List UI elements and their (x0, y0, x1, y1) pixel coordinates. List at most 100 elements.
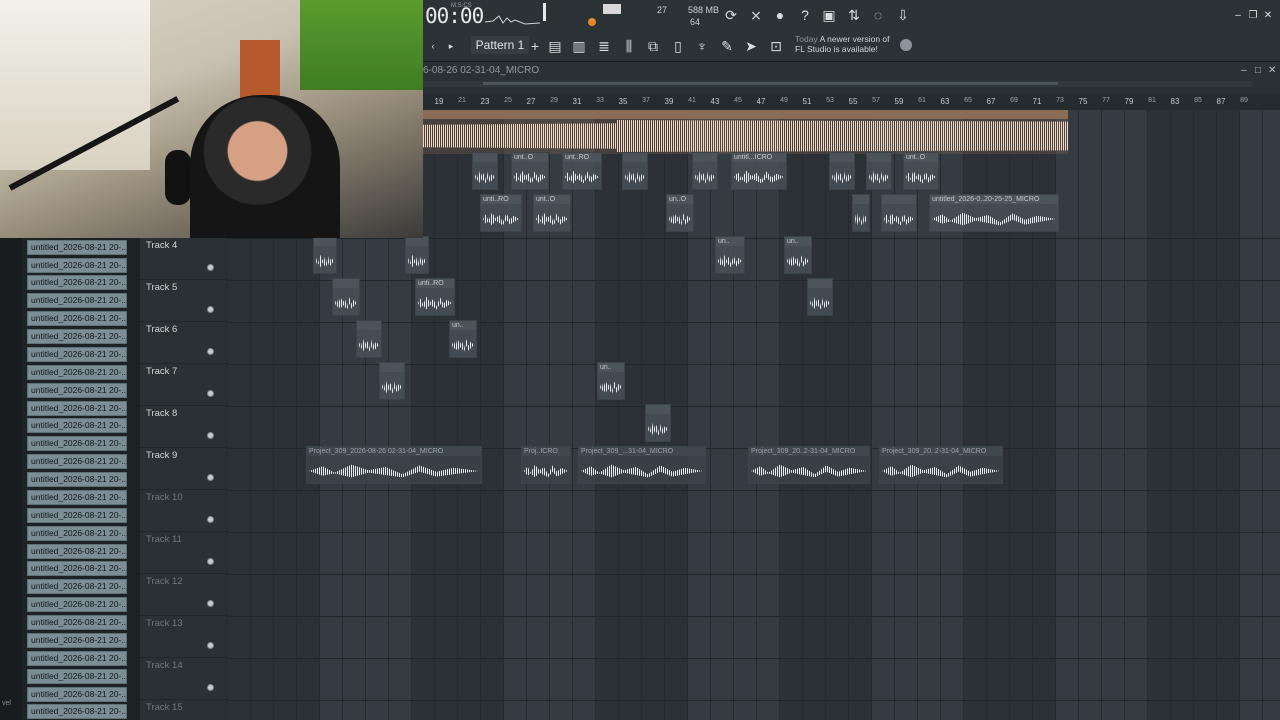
browser-item[interactable]: untitled_2026-08-21 20-... (27, 401, 127, 416)
browser-item[interactable]: untitled_2026-08-21 20-... (27, 544, 127, 559)
cart-icon[interactable]: ⊡ (768, 38, 784, 54)
browser-item[interactable]: untitled_2026-08-21 20-... (27, 383, 127, 398)
minimize-icon[interactable]: – (1241, 65, 1247, 76)
track-header[interactable]: Track 10 (140, 490, 227, 532)
audio-clip[interactable] (405, 236, 429, 274)
track-header[interactable]: Track 4 (140, 238, 227, 280)
arrow-icon[interactable]: ➤ (743, 38, 759, 54)
browser-item[interactable]: untitled_2026-08-21 20-... (27, 508, 127, 523)
audio-clip[interactable]: un.. (597, 362, 625, 400)
audio-clip[interactable] (829, 152, 855, 190)
browser-item[interactable]: untitled_2026-08-21 20-... (27, 561, 127, 576)
globe-icon[interactable] (900, 39, 912, 51)
browser-item[interactable]: untitled_2026-08-21 20-... (27, 526, 127, 541)
tools-icon[interactable]: ✎ (719, 38, 735, 54)
audio-clip[interactable] (356, 320, 382, 358)
piano-roll-icon[interactable]: ▥ (571, 38, 587, 54)
close-icon[interactable]: ✕ (1268, 65, 1276, 76)
audio-clip[interactable] (881, 194, 917, 232)
browser-item[interactable]: untitled_2026-08-21 20-... (27, 687, 127, 702)
track-header[interactable]: Track 6 (140, 322, 227, 364)
pattern-selector[interactable]: Pattern 1 (471, 36, 529, 54)
browser-item[interactable]: untitled_2026-08-21 20-... (27, 597, 127, 612)
browser-item[interactable]: untitled_2026-08-21 20-... (27, 490, 127, 505)
project-clip[interactable]: Project_309_20..2-31-04_MICRO (879, 446, 1003, 484)
track-header[interactable]: Track 13 (140, 616, 227, 658)
save-icon[interactable]: ▣ (821, 7, 837, 23)
news-panel[interactable]: Today A newer version of FL Studio is av… (795, 34, 900, 54)
audio-clip[interactable]: un.. (715, 236, 745, 274)
audio-clip[interactable]: untitl...ICRO (731, 152, 787, 190)
audio-clip[interactable] (645, 404, 671, 442)
track-header[interactable]: Track 8 (140, 406, 227, 448)
audio-clip[interactable] (332, 278, 360, 316)
browser-item[interactable]: untitled_2026-08-21 20-... (27, 472, 127, 487)
browser-item[interactable]: untitled_2026-08-21 20-... (27, 418, 127, 433)
maximize-icon[interactable]: □ (1255, 65, 1261, 76)
horizontal-scrollbar[interactable] (423, 81, 1253, 87)
channel-rack-icon[interactable]: ⧉ (645, 38, 661, 54)
audio-clip[interactable]: un.. (449, 320, 477, 358)
browser-item[interactable]: untitled_2026-08-21 20-... (27, 329, 127, 344)
audio-clip[interactable] (852, 194, 870, 232)
mic-icon[interactable]: ● (772, 7, 788, 23)
mute-led[interactable] (207, 558, 214, 565)
browser-item[interactable]: untitled_2026-08-21 20-... (27, 436, 127, 451)
tempo-value[interactable]: 27 (657, 5, 667, 15)
track-header[interactable]: Track 7 (140, 364, 227, 406)
help-icon[interactable]: ? (797, 7, 813, 23)
track-header[interactable]: Track 11 (140, 532, 227, 574)
project-clip[interactable]: Proj..ICRO (521, 446, 571, 484)
audio-clip[interactable] (692, 152, 718, 190)
master-volume[interactable] (603, 4, 621, 14)
mute-led[interactable] (207, 348, 214, 355)
audio-clip[interactable] (313, 236, 337, 274)
chat-icon[interactable]: ◌ (870, 7, 886, 23)
audio-clip[interactable]: unt..RO (562, 152, 602, 190)
metronome-icon[interactable]: ⨯ (748, 7, 764, 23)
track-header[interactable]: Track 5 (140, 280, 227, 322)
track-header[interactable]: Track 15 (140, 700, 227, 720)
track-header[interactable]: Track 12 (140, 574, 227, 616)
audio-clip[interactable]: unt..O (511, 152, 549, 190)
browser-item[interactable]: untitled_2026-08-21 20-... (27, 365, 127, 380)
audio-clip[interactable]: unt..O (533, 194, 571, 232)
minimize-icon[interactable]: – (1231, 10, 1245, 21)
mute-led[interactable] (207, 516, 214, 523)
browser-item[interactable]: untitled_2026-08-21 20-... (27, 704, 127, 719)
browser-item[interactable]: untitled_2026-08-21 20-... (27, 311, 127, 326)
audio-clip[interactable] (622, 152, 648, 190)
audio-clip[interactable]: unt..O (903, 152, 939, 190)
timeline-ruler[interactable]: 19 21 23 25 27 29 31 33 35 37 39 41 43 45 47 49 51 53 55 57… (423, 94, 1280, 110)
close-icon[interactable]: ✕ (1261, 10, 1275, 21)
audio-clip[interactable] (472, 152, 498, 190)
mixer-icon[interactable]: ⇅ (846, 7, 862, 23)
browser-item[interactable]: untitled_2026-08-21 20-... (27, 454, 127, 469)
track-header[interactable]: Track 9 (140, 448, 227, 490)
mute-led[interactable] (207, 684, 214, 691)
audio-clip[interactable]: unti..RO (415, 278, 455, 316)
project-icon[interactable]: ▯ (670, 38, 686, 54)
browser-item[interactable]: untitled_2026-08-21 20-... (27, 347, 127, 362)
browser-item[interactable]: untitled_2026-08-21 20-... (27, 240, 127, 255)
left-arrow-icon[interactable]: ‹ (425, 38, 441, 54)
mute-led[interactable] (207, 390, 214, 397)
mute-led[interactable] (207, 306, 214, 313)
track-header[interactable]: Track 14 (140, 658, 227, 700)
audio-clip[interactable] (807, 278, 833, 316)
mute-led[interactable] (207, 264, 214, 271)
project-clip[interactable]: Project_309_2026-08-26 02-31-04_MICRO (306, 446, 482, 484)
restore-icon[interactable]: ❐ (1246, 10, 1260, 21)
mute-led[interactable] (207, 432, 214, 439)
mixer-view-icon[interactable]: ⫼ (621, 38, 637, 54)
browser-item[interactable]: untitled_2026-08-21 20-... (27, 579, 127, 594)
browser-item[interactable]: untitled_2026-08-21 20-... (27, 258, 127, 273)
browser-item[interactable]: untitled_2026-08-21 20-... (27, 615, 127, 630)
playlist-icon[interactable]: ▤ (547, 38, 563, 54)
audio-clip[interactable]: un.. (784, 236, 812, 274)
audio-clip-main[interactable] (423, 110, 1068, 154)
browser-item[interactable]: untitled_2026-08-21 20-... (27, 275, 127, 290)
browser-item[interactable]: untitled_2026-08-21 20-... (27, 633, 127, 648)
project-clip[interactable]: Project_309_...31-04_MICRO (578, 446, 706, 484)
audio-clip[interactable]: unti..RO (480, 194, 522, 232)
